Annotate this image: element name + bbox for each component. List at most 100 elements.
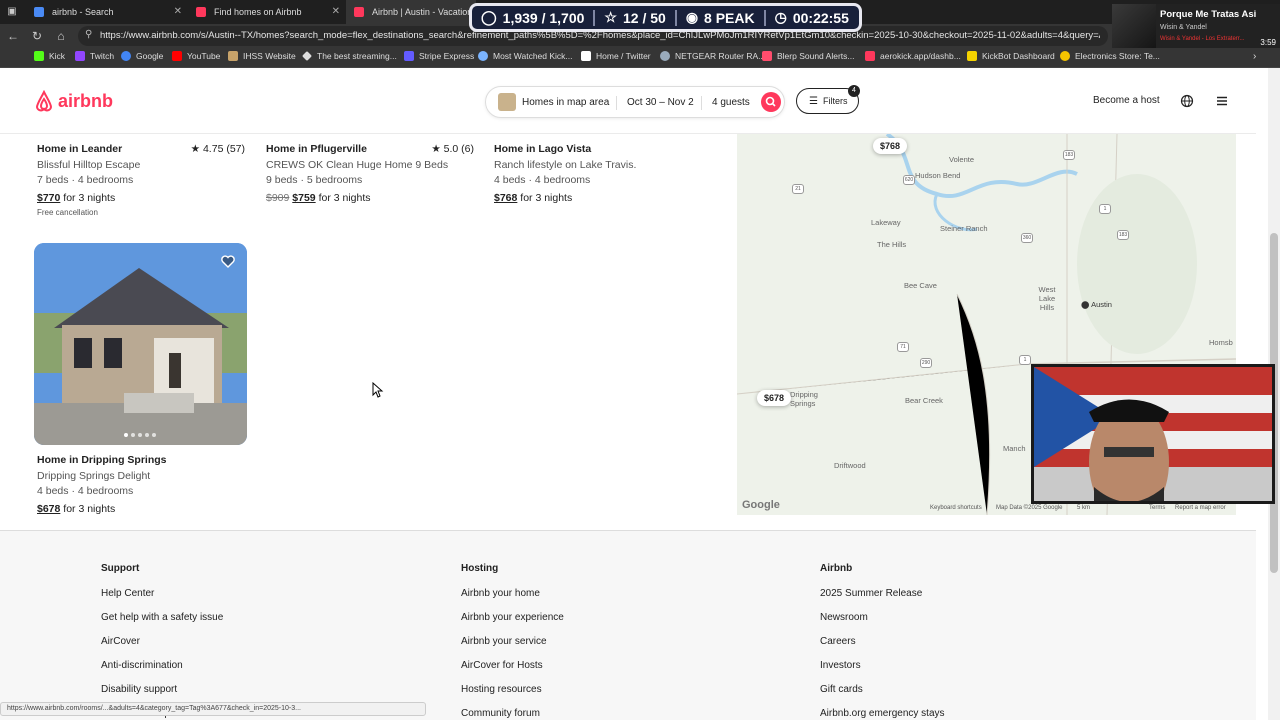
footer-link-safety[interactable]: Get help with a safety issue <box>101 612 223 636</box>
footer-heading: Hosting <box>461 563 499 574</box>
listing-rating: ★ 4.75 (57) <box>190 143 245 155</box>
listing-photo[interactable] <box>34 243 247 445</box>
streamer-webcam <box>1031 364 1275 504</box>
divider <box>616 96 617 110</box>
bookmark-label: The best streaming... <box>317 51 397 61</box>
become-host-link[interactable]: Become a host <box>1093 95 1160 106</box>
highway-shield: 71 <box>897 342 909 352</box>
album-art <box>1112 4 1156 48</box>
photo-carousel-dots <box>124 433 156 437</box>
browser-tab-3-active[interactable]: Airbnb | Austin - Vacation R <box>346 0 476 24</box>
search-bar[interactable]: Homes in map area Oct 30 – Nov 2 4 guest… <box>485 86 785 118</box>
bookmark-twitch[interactable]: Twitch <box>75 51 114 61</box>
listing-title: Home in Lago Vista <box>494 143 592 155</box>
bookmarks-more-icon[interactable]: › <box>1253 51 1256 62</box>
listing-original-price: $909 <box>266 192 290 204</box>
browser-tab-1[interactable]: airbnb - Search ✕ <box>26 0 188 24</box>
home-icon[interactable]: ⌂ <box>53 28 69 44</box>
search-guests[interactable]: 4 guests <box>712 97 750 108</box>
bookmark-label: Home / Twitter <box>596 51 651 61</box>
google-icon <box>121 51 131 61</box>
bookmark-label: NETGEAR Router RA... <box>675 51 766 61</box>
footer-link-airbnb-your-experience[interactable]: Airbnb your experience <box>461 612 564 636</box>
bookmark-stripe[interactable]: Stripe Express <box>404 51 474 61</box>
search-tab-icon <box>34 7 44 17</box>
bookmark-mostwatched[interactable]: Most Watched Kick... <box>478 51 573 61</box>
listing-price[interactable]: $768 <box>494 192 517 204</box>
listing-price[interactable]: $759 <box>292 192 315 204</box>
bookmark-twitter[interactable]: Home / Twitter <box>581 51 651 61</box>
map-price-pin[interactable]: $678 <box>757 390 792 406</box>
footer-link-careers[interactable]: Careers <box>820 636 945 660</box>
footer-link-newsroom[interactable]: Newsroom <box>820 612 945 636</box>
footer-link-anti-discrimination[interactable]: Anti-discrimination <box>101 660 223 684</box>
report-map-error-link[interactable]: Report a map error <box>1175 505 1226 511</box>
footer-link-help-center[interactable]: Help Center <box>101 588 223 612</box>
netgear-icon <box>660 51 670 61</box>
map-place-label: West Lake Hills <box>1038 285 1056 312</box>
footer-link-airbnb-your-home[interactable]: Airbnb your home <box>461 588 564 612</box>
footer-link-aircover[interactable]: AirCover <box>101 636 223 660</box>
bookmark-electronics[interactable]: Electronics Store: Te... <box>1060 51 1160 61</box>
reload-icon[interactable]: ↻ <box>29 28 45 44</box>
globe-icon[interactable] <box>1180 94 1194 108</box>
airbnb-logo[interactable]: airbnb <box>34 90 113 112</box>
price-suffix: for 3 nights <box>63 192 116 204</box>
map-scale: 5 km <box>1077 505 1091 511</box>
listing-price[interactable]: $678 <box>37 503 60 515</box>
highway-shield: 620 <box>903 175 915 185</box>
back-icon[interactable]: ← <box>5 28 21 44</box>
airbnb-tab-icon <box>354 7 364 17</box>
bookmark-netgear[interactable]: NETGEAR Router RA... <box>660 51 765 61</box>
listing-card[interactable]: Home in Pflugerville ★ 5.0 (6) CREWS OK … <box>266 143 474 204</box>
tab-menu-icon[interactable]: ▣ <box>4 4 20 20</box>
filters-button[interactable]: ☰ Filters 4 <box>796 85 860 114</box>
link-status-bar: https://www.airbnb.com/rooms/...&adults=… <box>0 702 426 716</box>
search-button[interactable] <box>761 92 781 112</box>
song-artist: Wisin & Yandel <box>1160 24 1207 31</box>
listing-beds: 4 beds · 4 bedrooms <box>37 485 134 497</box>
search-dates[interactable]: Oct 30 – Nov 2 <box>627 97 694 108</box>
site-info-icon[interactable]: ⚲ <box>85 29 92 40</box>
search-location[interactable]: Homes in map area <box>522 97 609 108</box>
bookmark-label: Kick <box>49 51 66 61</box>
bookmark-youtube[interactable]: YouTube <box>172 51 220 61</box>
heart-icon[interactable] <box>220 253 236 269</box>
footer-link-hosting-resources[interactable]: Hosting resources <box>461 684 564 708</box>
close-icon[interactable]: ✕ <box>332 6 340 17</box>
hamburger-menu-icon[interactable] <box>1215 94 1229 108</box>
bookmark-streaming[interactable]: The best streaming... <box>302 51 397 61</box>
listing-name: CREWS OK Clean Huge Home 9 Beds <box>266 159 449 171</box>
bookmark-kick[interactable]: Kick <box>34 51 65 61</box>
bookmark-google[interactable]: Google <box>121 51 163 61</box>
bookmark-label: Google <box>136 51 164 61</box>
bookmark-aerokick[interactable]: aerokick.app/dashb... <box>865 51 961 61</box>
close-icon[interactable]: ✕ <box>174 6 182 17</box>
stream-stats-overlay: ◯ 1,939 / 1,700 ☆ 12 / 50 ◉ 8 PEAK ◷ 00:22:5… <box>469 3 862 32</box>
bookmark-ihss[interactable]: IHSS Website <box>228 51 296 61</box>
home-map-icon <box>498 93 516 111</box>
map-price-pin[interactable]: $768 <box>873 138 908 154</box>
footer-link-aircover-hosts[interactable]: AirCover for Hosts <box>461 660 564 684</box>
search-icon <box>765 96 776 107</box>
song-title: Porque Me Tratas Asi <box>1160 9 1257 20</box>
keyboard-shortcuts-link[interactable]: Keyboard shortcuts <box>930 505 982 511</box>
footer-link-emergency-stays[interactable]: Airbnb.org emergency stays <box>820 708 945 720</box>
listing-card[interactable]: Home in Lago Vista Ranch lifestyle on La… <box>494 143 702 204</box>
terms-link[interactable]: Terms <box>1149 505 1165 511</box>
bookmark-label: Electronics Store: Te... <box>1075 51 1160 61</box>
bookmark-kickbot[interactable]: KickBot Dashboard <box>967 51 1055 61</box>
mouse-cursor-icon <box>372 382 384 398</box>
footer-link-community-forum[interactable]: Community forum <box>461 708 564 720</box>
footer-link-airbnb-your-service[interactable]: Airbnb your service <box>461 636 564 660</box>
footer-link-investors[interactable]: Investors <box>820 660 945 684</box>
listing-card[interactable]: Home in Leander ★ 4.75 (57) Blissful Hil… <box>37 143 245 217</box>
listing-price[interactable]: $770 <box>37 192 60 204</box>
filters-count-badge: 4 <box>848 85 860 97</box>
footer-link-summer-release[interactable]: 2025 Summer Release <box>820 588 945 612</box>
footer-link-gift-cards[interactable]: Gift cards <box>820 684 945 708</box>
browser-tab-2[interactable]: Find homes on Airbnb ✕ <box>188 0 346 24</box>
listing-card[interactable]: Home in Dripping Springs Dripping Spring… <box>37 454 245 515</box>
listing-rating: ★ 5.0 (6) <box>431 143 474 155</box>
bookmark-blerp[interactable]: Blerp Sound Alerts... <box>762 51 855 61</box>
